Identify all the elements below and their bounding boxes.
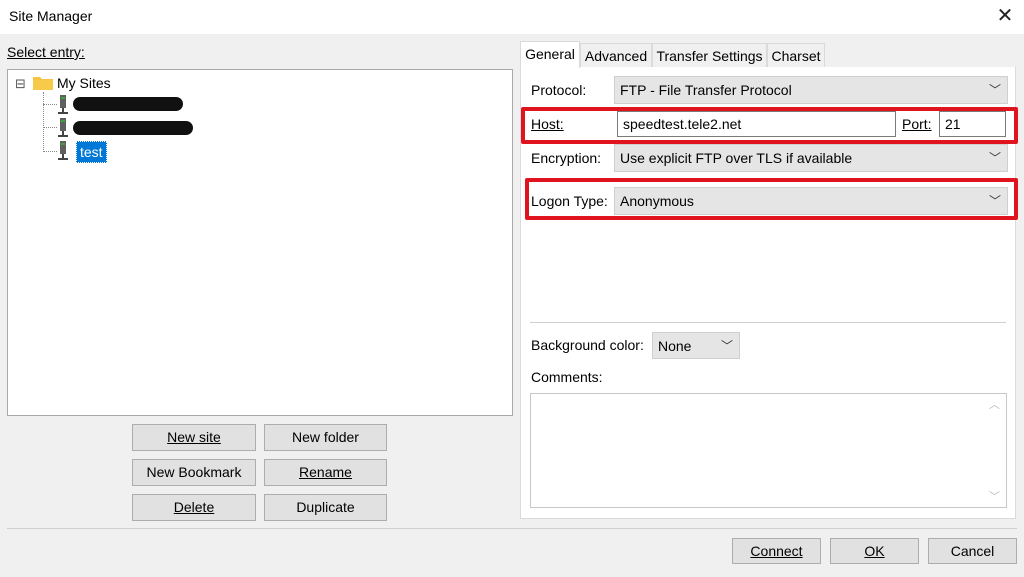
tab-transfer-settings[interactable]: Transfer Settings: [652, 43, 767, 67]
delete-button[interactable]: Delete: [132, 494, 256, 521]
logon-type-label: Logon Type:: [531, 193, 608, 209]
tree-item-test[interactable]: test: [76, 141, 107, 163]
select-entry-label: Select entry:: [7, 44, 85, 60]
tree-connector: [43, 92, 44, 152]
background-color-select[interactable]: None ﹀: [652, 332, 740, 359]
server-icon: [58, 118, 68, 138]
window-title: Site Manager: [9, 8, 93, 24]
tree-connector: [43, 151, 57, 152]
ok-button-label: OK: [864, 543, 885, 559]
server-icon: [58, 141, 68, 161]
logon-type-select-value: Anonymous: [620, 193, 694, 209]
tab-charset[interactable]: Charset: [767, 43, 825, 67]
cancel-button[interactable]: Cancel: [928, 538, 1017, 564]
scroll-down-icon[interactable]: ﹀: [989, 488, 1000, 504]
panel-separator: [530, 322, 1006, 323]
connect-button[interactable]: Connect: [732, 538, 821, 564]
chevron-down-icon: ﹀: [988, 83, 1001, 97]
protocol-select-value: FTP - File Transfer Protocol: [620, 82, 792, 98]
protocol-label: Protocol:: [531, 82, 587, 98]
encryption-label: Encryption:: [531, 150, 602, 166]
footer-separator: [7, 528, 1017, 529]
port-input[interactable]: 21: [939, 111, 1006, 137]
duplicate-button[interactable]: Duplicate: [264, 494, 387, 521]
port-label: Port:: [902, 116, 932, 132]
folder-icon: [33, 75, 53, 90]
logon-type-select[interactable]: Anonymous ﹀: [614, 187, 1008, 215]
tree-item-redacted[interactable]: [73, 97, 183, 111]
chevron-down-icon: ﹀: [988, 194, 1001, 208]
background-color-label: Background color:: [531, 337, 644, 353]
port-label-text: Port:: [902, 116, 932, 132]
tree-connector: [43, 127, 57, 128]
close-icon[interactable]: ✕: [994, 4, 1016, 28]
tree-connector: [43, 104, 57, 105]
title-bar: [0, 0, 1024, 34]
new-folder-button[interactable]: New folder: [264, 424, 387, 451]
connect-button-label: Connect: [750, 543, 803, 559]
host-input[interactable]: speedtest.tele2.net: [617, 111, 896, 137]
rename-button[interactable]: Rename: [264, 459, 387, 486]
new-bookmark-button[interactable]: New Bookmark: [132, 459, 256, 486]
encryption-select[interactable]: Use explicit FTP over TLS if available ﹀: [614, 144, 1008, 172]
tree-item-redacted[interactable]: [73, 121, 193, 135]
scroll-up-icon[interactable]: ︿: [989, 396, 1000, 412]
tab-general[interactable]: General: [520, 41, 580, 68]
background-color-select-value: None: [658, 338, 692, 354]
server-icon: [58, 95, 68, 115]
collapse-icon[interactable]: ⊟: [15, 76, 26, 92]
site-tree[interactable]: ⊟ My Sites test: [7, 69, 513, 416]
host-label-text: Host:: [531, 116, 564, 132]
select-entry-label-text: Select entry:: [7, 44, 85, 60]
delete-button-label: Delete: [173, 499, 215, 515]
rename-button-label: Rename: [299, 464, 352, 480]
protocol-select[interactable]: FTP - File Transfer Protocol ﹀: [614, 76, 1008, 104]
tree-root-label[interactable]: My Sites: [57, 75, 111, 91]
comments-textarea[interactable]: [530, 393, 1007, 508]
new-site-button[interactable]: New site: [132, 424, 256, 451]
tab-advanced[interactable]: Advanced: [580, 43, 652, 67]
chevron-down-icon: ﹀: [720, 339, 733, 353]
new-site-button-label: New site: [167, 429, 221, 445]
comments-label: Comments:: [531, 369, 603, 385]
chevron-down-icon: ﹀: [988, 151, 1001, 165]
ok-button[interactable]: OK: [830, 538, 919, 564]
host-label: Host:: [531, 116, 564, 132]
encryption-select-value: Use explicit FTP over TLS if available: [620, 150, 853, 166]
